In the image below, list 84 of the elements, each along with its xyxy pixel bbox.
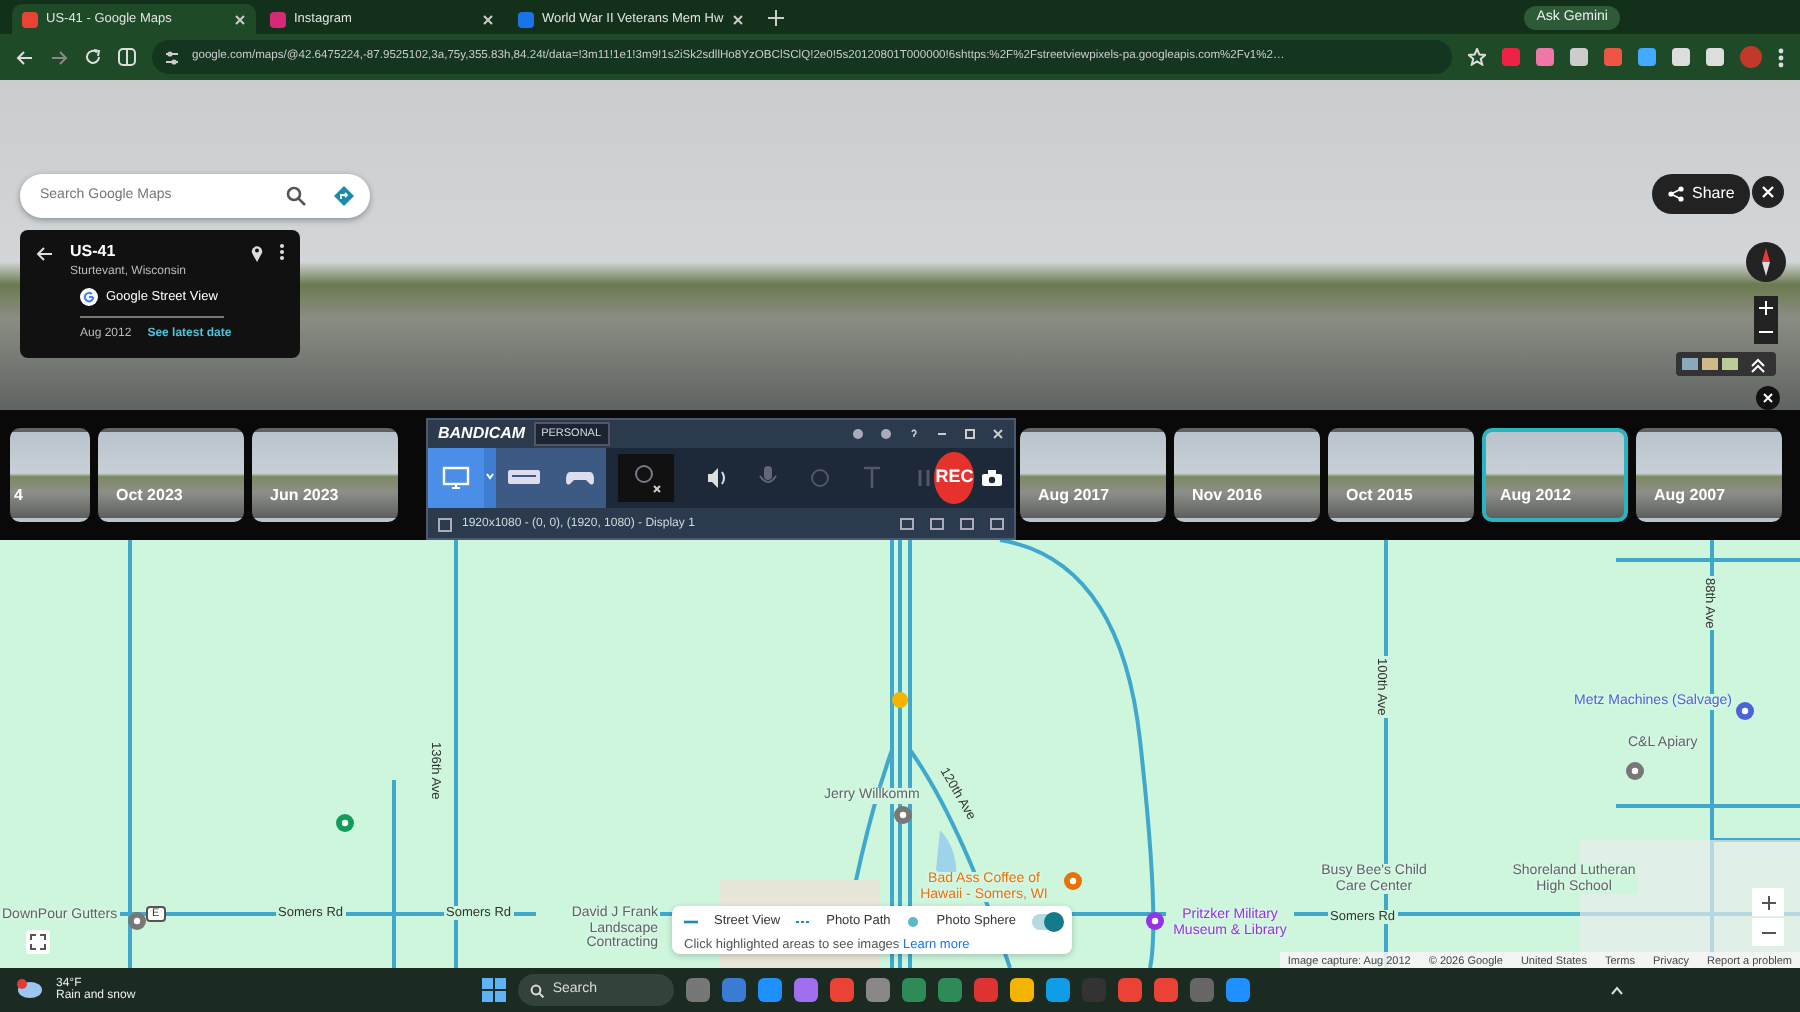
zoom-out-icon[interactable] (1754, 320, 1778, 344)
windows-start-icon[interactable] (482, 978, 507, 1002)
street-view-thumbnail[interactable]: Nov 2016 (1174, 428, 1320, 522)
app-icon[interactable] (938, 978, 963, 1002)
photo-path-line-icon (796, 915, 811, 928)
thumbnail-switcher-icon[interactable] (1676, 352, 1776, 376)
checkbox-icon[interactable] (438, 517, 452, 531)
minimize-icon[interactable] (936, 428, 948, 440)
street-view-thumbnail[interactable]: Aug 2007 (1636, 428, 1782, 522)
photo-sphere-dot-icon (906, 915, 921, 928)
layer-toggle[interactable] (1032, 913, 1061, 930)
tab-favicon (22, 11, 38, 27)
weather-icon (16, 978, 44, 1002)
pin-icon[interactable] (250, 244, 264, 262)
place-title: US-41 (70, 240, 118, 264)
street-view-thumbnail[interactable]: 4 (10, 428, 90, 522)
close-icon[interactable] (1752, 176, 1784, 208)
share-button[interactable]: Share (1652, 174, 1751, 214)
search-icon (530, 983, 545, 997)
tab-favicon (518, 11, 534, 27)
tab-favicon (270, 11, 286, 27)
game-mode-button[interactable] (551, 448, 607, 508)
street-view-thumbnail[interactable]: Jun 2023 (252, 428, 398, 522)
close-icon[interactable] (234, 13, 246, 25)
compass-icon[interactable] (1746, 242, 1786, 282)
google-logo-icon (80, 288, 98, 307)
gamepad-icon (565, 466, 594, 490)
reload-icon[interactable] (84, 48, 102, 66)
app-icon[interactable] (1046, 978, 1071, 1002)
app-icon[interactable] (758, 978, 783, 1002)
directions-icon[interactable] (334, 186, 354, 206)
speaker-icon[interactable] (706, 466, 727, 490)
place-pin-icon[interactable] (1626, 762, 1644, 780)
star-icon[interactable] (1468, 48, 1486, 66)
menu-icon[interactable] (1778, 47, 1784, 67)
street-view-line-icon (684, 915, 698, 928)
share-icon (1668, 186, 1684, 202)
place-pin-icon[interactable] (1064, 872, 1082, 890)
app-icon[interactable] (1010, 978, 1035, 1002)
place-pin-icon[interactable] (128, 912, 146, 930)
fullscreen-icon[interactable] (26, 930, 50, 954)
zoom-in-button[interactable] (1752, 888, 1784, 916)
chevron-up-icon[interactable] (1609, 985, 1624, 995)
app-icon[interactable] (686, 978, 711, 1002)
place-pin-icon[interactable] (1146, 912, 1164, 930)
webcam-icon[interactable] (618, 454, 675, 502)
recorder-logo: BANDICAM (438, 422, 526, 446)
record-button[interactable]: REC (934, 452, 974, 504)
app-icon[interactable] (1226, 978, 1251, 1002)
place-pin-icon[interactable] (1736, 702, 1754, 720)
place-pin-icon[interactable] (336, 814, 354, 832)
back-arrow-icon[interactable] (36, 246, 54, 262)
street-view-thumbnail[interactable]: Aug 2017 (1020, 428, 1166, 522)
close-icon[interactable] (992, 428, 1004, 440)
app-icon[interactable] (794, 978, 819, 1002)
forward-icon[interactable] (50, 49, 68, 65)
street-view-thumbnail[interactable]: Aug 2012 (1482, 428, 1628, 522)
device-mode-button[interactable] (495, 448, 552, 508)
zoom-out-button[interactable] (1752, 918, 1784, 946)
new-tab-icon[interactable] (768, 10, 784, 26)
app-icon[interactable] (866, 978, 891, 1002)
monitor-icon (441, 466, 470, 490)
close-icon[interactable] (731, 13, 744, 25)
maximize-icon[interactable] (964, 428, 976, 440)
zoom-in-icon[interactable] (1754, 296, 1778, 320)
split-view-icon[interactable] (118, 48, 136, 66)
close-icon[interactable] (1756, 386, 1780, 410)
street-view-thumbnail[interactable]: Oct 2015 (1328, 428, 1474, 522)
screen-mode-button[interactable] (428, 448, 484, 508)
device-icon (507, 466, 540, 490)
app-icon[interactable] (902, 978, 927, 1002)
street-view-thumbnail[interactable]: Oct 2023 (98, 428, 244, 522)
place-pin-icon[interactable] (894, 806, 912, 824)
search-icon[interactable] (286, 186, 306, 206)
help-icon[interactable] (908, 428, 920, 440)
app-icon[interactable] (1154, 978, 1179, 1002)
site-info-icon[interactable] (164, 49, 180, 65)
app-icon[interactable] (1118, 978, 1143, 1002)
close-icon[interactable] (482, 13, 494, 25)
camera-icon[interactable] (981, 470, 1002, 486)
back-icon[interactable] (16, 49, 34, 65)
app-icon[interactable] (722, 978, 747, 1002)
plus-icon (1761, 895, 1775, 909)
app-icon[interactable] (830, 978, 855, 1002)
